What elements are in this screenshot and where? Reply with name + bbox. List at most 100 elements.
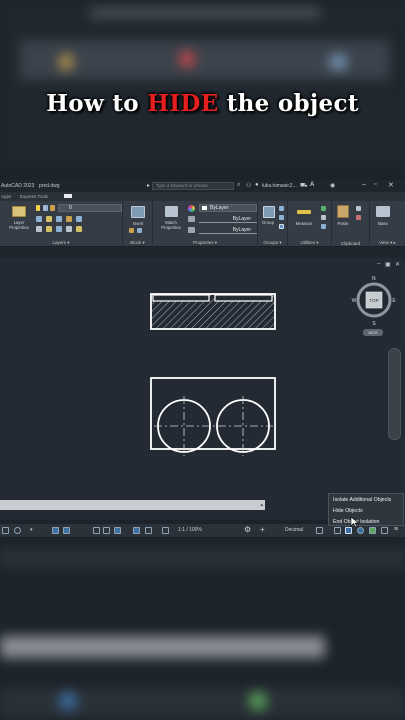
clipboard-panel-title[interactable]: Clipboard	[332, 241, 369, 246]
layer-tool-icon-3[interactable]	[56, 216, 62, 222]
section-view[interactable]	[150, 293, 276, 330]
fullscreen-icon[interactable]	[381, 527, 388, 534]
command-line[interactable]: ▴	[0, 500, 265, 510]
minimize-icon[interactable]: –	[362, 181, 366, 188]
binoculars-icon[interactable]: ⚇	[246, 182, 251, 189]
grid-icon[interactable]	[2, 527, 9, 534]
snap-icon[interactable]	[14, 527, 21, 534]
insert-button[interactable]: Insert	[123, 221, 153, 226]
plus-icon[interactable]: +	[260, 525, 265, 534]
utility-tool-icon-3[interactable]	[321, 224, 326, 229]
workspace-gear-icon[interactable]: ⚙	[244, 525, 251, 534]
osnap-icon[interactable]	[93, 527, 100, 534]
paste-button[interactable]: Paste	[332, 221, 354, 226]
lineweight-dropdown[interactable]: ByLayer	[199, 215, 257, 223]
block-tool-icon-2[interactable]	[137, 228, 142, 233]
cut-icon[interactable]	[356, 215, 361, 220]
group-tool-icon-1[interactable]	[279, 206, 284, 211]
utility-tool-icon-2[interactable]	[321, 215, 326, 220]
group-tool-icon-2[interactable]	[279, 215, 284, 220]
drawing-geometry[interactable]	[0, 258, 405, 520]
linetype-icon[interactable]	[188, 227, 195, 233]
polar-icon[interactable]	[63, 527, 70, 534]
slot-right[interactable]	[214, 294, 273, 302]
compass-east[interactable]: E	[392, 298, 396, 304]
expand-icon[interactable]: ▸	[147, 182, 150, 189]
color-dropdown[interactable]: ByLayer	[199, 204, 257, 212]
tab-apps[interactable]: Apps	[1, 194, 11, 199]
annotation-scale[interactable]: 1:1 / 100%	[178, 527, 202, 533]
autodesk-icon[interactable]: A	[310, 182, 314, 188]
tab-express-tools[interactable]: Express Tools	[20, 194, 48, 199]
compass-north-label[interactable]: N	[372, 276, 376, 282]
base-icon[interactable]	[376, 206, 390, 217]
close-icon[interactable]: ✕	[388, 181, 394, 189]
utility-tool-icon-1[interactable]	[321, 206, 326, 211]
layer-dropdown[interactable]: 0	[58, 204, 122, 212]
layer-properties-icon[interactable]	[12, 206, 26, 217]
layer-tool-icon-6[interactable]	[36, 226, 42, 232]
search-input[interactable]: Type a keyword or phrase	[152, 182, 234, 190]
slot-left[interactable]	[152, 294, 210, 302]
plan-outline[interactable]	[150, 377, 276, 450]
command-line-arrow-icon[interactable]: ▴	[260, 502, 263, 508]
group-button[interactable]: Group	[258, 220, 278, 225]
otrack-icon[interactable]	[103, 527, 110, 534]
layer-tool-icon-4[interactable]	[66, 216, 72, 222]
sun-icon[interactable]	[43, 205, 48, 211]
transparency-icon[interactable]	[133, 527, 140, 534]
customize-menu-icon[interactable]: ≡	[394, 526, 398, 533]
properties-status-icon[interactable]	[316, 527, 323, 534]
insert-icon[interactable]	[131, 206, 145, 218]
user-name[interactable]: luka.tomasic2...	[262, 183, 297, 189]
layers-panel-title[interactable]: Layers ▾	[0, 240, 122, 246]
hardware-accel-icon[interactable]	[334, 527, 341, 534]
menu-item-hide-objects[interactable]: Hide Objects	[333, 508, 363, 514]
block-tool-icon-1[interactable]	[129, 228, 134, 233]
plan-view[interactable]	[150, 377, 276, 456]
measure-button[interactable]: Measure	[290, 221, 318, 226]
group-icon[interactable]	[263, 206, 275, 218]
cart-icon[interactable]: ⛟	[300, 182, 308, 190]
isolate-objects-icon[interactable]	[345, 527, 352, 534]
annotation-icon[interactable]	[162, 527, 169, 534]
lineweight-icon[interactable]	[188, 216, 195, 222]
clean-screen-icon[interactable]	[357, 527, 364, 534]
help-icon[interactable]: ◉	[330, 182, 335, 189]
properties-panel-title[interactable]: Properties ▾	[153, 240, 257, 246]
match-properties-button[interactable]: Match Properties	[155, 220, 187, 230]
layer-tool-icon-10[interactable]	[76, 226, 82, 232]
graphics-icon[interactable]	[369, 527, 376, 534]
ortho-icon[interactable]	[52, 527, 59, 534]
measure-icon[interactable]	[297, 210, 311, 214]
lock-icon[interactable]	[50, 205, 55, 211]
copy-icon[interactable]	[356, 206, 361, 211]
layer-tool-icon-5[interactable]	[76, 216, 82, 222]
compass-west[interactable]: W	[352, 298, 357, 304]
layer-properties-button[interactable]: Layer Properties	[4, 220, 34, 230]
block-panel-title[interactable]: Block ▾	[123, 240, 152, 246]
layer-tool-icon-8[interactable]	[56, 226, 62, 232]
layer-tool-icon-2[interactable]	[46, 216, 52, 222]
selection-cycling-icon[interactable]	[145, 527, 152, 534]
layer-tool-icon-9[interactable]	[66, 226, 72, 232]
units-dropdown[interactable]: Decimal	[285, 527, 303, 533]
group-tool-icon-3[interactable]	[279, 224, 284, 229]
layer-tool-icon-7[interactable]	[46, 226, 52, 232]
compass-south[interactable]: S	[372, 321, 376, 327]
view-panel-title[interactable]: View ▾ ▸	[370, 240, 405, 246]
search-icon[interactable]: ⌕	[237, 182, 240, 189]
bulb-icon[interactable]	[36, 205, 40, 211]
linetype-dropdown[interactable]: ByLayer	[199, 226, 257, 234]
base-button[interactable]: Base	[372, 221, 394, 226]
wcs-dropdown[interactable]: WCS	[363, 329, 383, 336]
utilities-panel-title[interactable]: Utilities ▾	[288, 240, 331, 246]
view-cube[interactable]: TOP S W E	[351, 282, 397, 328]
maximize-icon[interactable]: ▫	[374, 181, 376, 188]
user-icon[interactable]: ●	[255, 182, 259, 188]
groups-panel-title[interactable]: Groups ▾	[258, 240, 287, 246]
color-wheel-icon[interactable]	[188, 205, 195, 212]
tab-toggle-icon[interactable]	[64, 194, 72, 198]
match-properties-icon[interactable]	[165, 206, 178, 217]
lineweight-status-icon[interactable]	[114, 527, 121, 534]
